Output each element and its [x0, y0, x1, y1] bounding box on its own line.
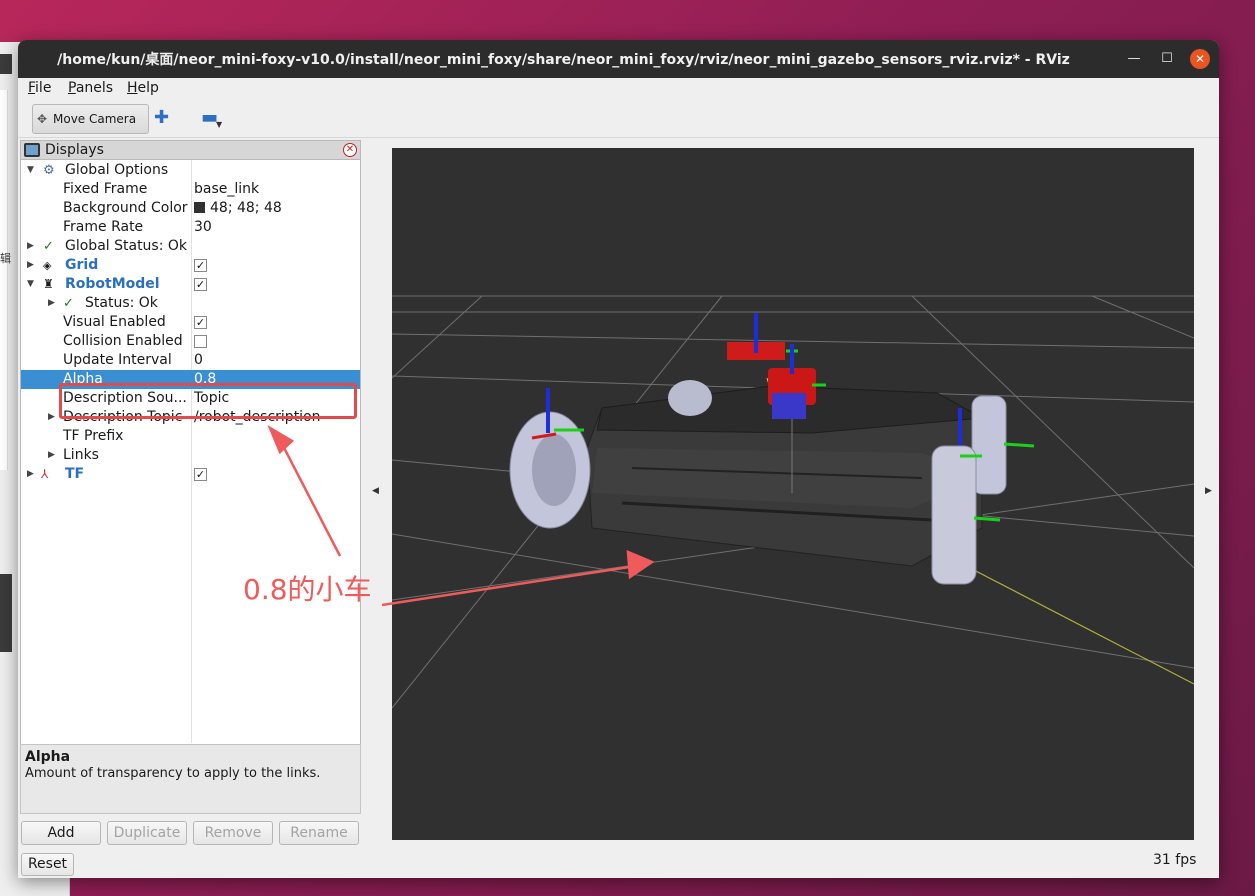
minimize-button[interactable]: —	[1124, 49, 1144, 69]
window-title: /home/kun/桌面/neor_mini-foxy-v10.0/instal…	[57, 52, 1070, 68]
expanded-arrow-icon[interactable]: ▼	[27, 275, 34, 294]
tree-label: Fixed Frame	[63, 181, 148, 197]
display-buttons: Add Duplicate Remove Rename	[21, 821, 361, 845]
highlight-box	[59, 383, 357, 419]
tree-label: Collision Enabled	[63, 333, 183, 349]
expanded-arrow-icon[interactable]: ▼	[27, 161, 34, 180]
collapse-left-icon[interactable]: ◀	[372, 486, 379, 496]
background-window-bar	[0, 574, 12, 652]
tree-label: Update Interval	[63, 352, 172, 368]
tree-label: Status: Ok	[85, 295, 158, 311]
property-description: Alpha Amount of transparency to apply to…	[20, 744, 361, 814]
collapsed-arrow-icon[interactable]: ▶	[48, 294, 55, 313]
collapsed-arrow-icon[interactable]: ▶	[27, 465, 34, 484]
tree-row-collision-enabled[interactable]: Collision Enabled	[21, 332, 360, 351]
tree-label: Links	[63, 447, 99, 463]
background-window-panel	[0, 90, 8, 470]
tree-row-tf[interactable]: ▶ ⅄ TF ✓	[21, 465, 360, 484]
displays-tree[interactable]: ▼ ⚙ Global Options Fixed Frame base_link…	[20, 160, 361, 767]
tree-row-background-color[interactable]: Background Color 48; 48; 48	[21, 199, 360, 218]
collision-enabled-checkbox[interactable]	[194, 335, 207, 348]
robot-icon: ♜	[43, 277, 54, 291]
tree-label: Background Color	[63, 200, 188, 216]
rviz-window: /home/kun/桌面/neor_mini-foxy-v10.0/instal…	[18, 40, 1219, 878]
tree-value[interactable]: base_link	[194, 180, 259, 199]
move-camera-label: Move Camera	[53, 112, 137, 126]
render-viewport[interactable]	[391, 148, 1195, 840]
tree-row-tf-prefix[interactable]: TF Prefix	[21, 427, 360, 446]
tree-row-frame-rate[interactable]: Frame Rate 30	[21, 218, 360, 237]
grid-checkbox[interactable]: ✓	[194, 259, 207, 272]
dropdown-arrow-icon[interactable]: ▼	[216, 120, 222, 129]
close-button[interactable]: ✕	[1190, 49, 1210, 69]
displays-panel: Displays ✕ ▼ ⚙ Global Options Fixed Fram…	[20, 140, 361, 767]
collapsed-arrow-icon[interactable]: ▶	[48, 446, 55, 465]
robot-scene	[391, 295, 1195, 709]
description-text: Amount of transparency to apply to the l…	[25, 766, 321, 781]
tree-label: RobotModel	[65, 276, 160, 292]
add-tool-icon[interactable]: ✚	[154, 107, 169, 128]
menu-bar: File Panels Help	[18, 78, 1219, 100]
collapsed-arrow-icon[interactable]: ▶	[27, 237, 34, 256]
rename-button[interactable]: Rename	[279, 821, 359, 845]
move-camera-icon: ✥	[37, 112, 48, 126]
tree-label: Frame Rate	[63, 219, 144, 235]
tree-label: TF Prefix	[63, 428, 124, 444]
title-bar[interactable]: /home/kun/桌面/neor_mini-foxy-v10.0/instal…	[18, 40, 1219, 78]
tree-row-global-options[interactable]: ▼ ⚙ Global Options	[21, 161, 360, 180]
robotmodel-checkbox[interactable]: ✓	[194, 278, 207, 291]
tree-label: Global Options	[65, 162, 169, 178]
description-title: Alpha	[25, 749, 71, 765]
tree-row-links[interactable]: ▶ Links	[21, 446, 360, 465]
tree-row-robotmodel[interactable]: ▼ ♜ RobotModel ✓	[21, 275, 360, 294]
add-button[interactable]: Add	[21, 821, 101, 845]
collapsed-arrow-icon[interactable]: ▶	[27, 256, 34, 275]
checkmark-icon: ✓	[43, 239, 54, 254]
collapse-right-icon[interactable]: ▶	[1205, 486, 1212, 496]
color-swatch	[194, 202, 205, 213]
annotation-label: 0.8的小车	[243, 573, 372, 606]
tree-row-visual-enabled[interactable]: Visual Enabled ✓	[21, 313, 360, 332]
collapsed-arrow-icon[interactable]: ▶	[48, 408, 55, 427]
close-panel-icon[interactable]: ✕	[343, 143, 357, 157]
reset-button[interactable]: Reset	[21, 853, 74, 876]
imu-block	[772, 393, 806, 419]
displays-header: Displays ✕	[20, 140, 361, 160]
tree-row-fixed-frame[interactable]: Fixed Frame base_link	[21, 180, 360, 199]
tree-row-global-status[interactable]: ▶ ✓ Global Status: Ok	[21, 237, 360, 256]
tree-label: Visual Enabled	[63, 314, 166, 330]
tree-label: Grid	[65, 257, 99, 273]
color-value: 48; 48; 48	[210, 200, 282, 216]
left-dock-handle[interactable]: ◀	[366, 138, 392, 878]
tf-axes-icon: ⅄	[41, 467, 49, 481]
gear-icon: ⚙	[43, 163, 55, 178]
tree-row-update-interval[interactable]: Update Interval 0	[21, 351, 360, 370]
front-left-wheel	[509, 388, 591, 529]
move-camera-button[interactable]: ✥ Move Camera	[32, 104, 149, 134]
checkmark-icon: ✓	[63, 296, 74, 311]
fps-counter: 31 fps	[1153, 852, 1197, 868]
rear-left-wheel	[668, 380, 712, 416]
displays-title: Displays	[45, 142, 104, 158]
background-window-titlebar	[0, 54, 12, 74]
tree-value[interactable]: 48; 48; 48	[194, 199, 282, 218]
tf-checkbox[interactable]: ✓	[194, 468, 207, 481]
tree-row-grid[interactable]: ▶ ◈ Grid ✓	[21, 256, 360, 275]
menu-help[interactable]: Help	[127, 80, 159, 96]
maximize-button[interactable]: ☐	[1157, 49, 1177, 69]
background-window-text: 辑	[0, 252, 11, 265]
remove-button[interactable]: Remove	[193, 821, 273, 845]
grid-icon: ◈	[43, 259, 52, 272]
tree-value[interactable]: 0	[194, 351, 203, 370]
menu-file[interactable]: File	[28, 80, 51, 96]
monitor-icon	[24, 143, 40, 157]
tree-label: Global Status: Ok	[65, 238, 188, 254]
tree-row-status[interactable]: ▶ ✓ Status: Ok	[21, 294, 360, 313]
toolbar: ✥ Move Camera ✚ ▬ ▼	[18, 100, 1219, 138]
menu-panels[interactable]: Panels	[68, 80, 113, 96]
tree-value[interactable]: 30	[194, 218, 212, 237]
duplicate-button[interactable]: Duplicate	[107, 821, 187, 845]
tree-label: TF	[65, 466, 85, 482]
visual-enabled-checkbox[interactable]: ✓	[194, 316, 207, 329]
